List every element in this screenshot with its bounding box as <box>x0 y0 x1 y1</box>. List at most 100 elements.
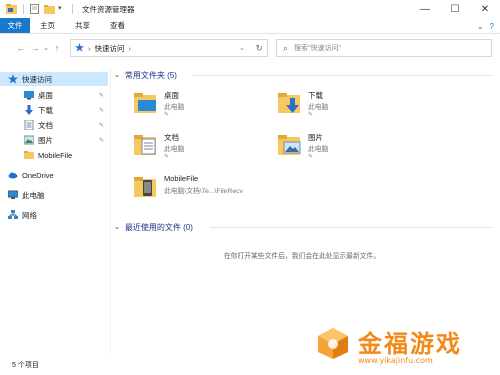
back-button[interactable]: ← <box>14 41 28 55</box>
sidebar-item-label: OneDrive <box>22 170 54 180</box>
forward-button[interactable]: → <box>28 41 42 55</box>
address-bar[interactable]: › 快速访问 › ⌄ ↻ <box>70 39 268 57</box>
breadcrumb-location[interactable]: 快速访问 <box>95 43 125 54</box>
address-dropdown-icon[interactable]: ⌄ <box>239 44 245 52</box>
folder-tile-mobilefile[interactable]: MobileFile 此电脑\文档\Te...\FileRecv <box>134 174 314 214</box>
sidebar-item-pictures[interactable]: 图片 ✎ <box>0 133 108 147</box>
help-icon[interactable]: ? <box>490 22 494 31</box>
sidebar-item-documents[interactable]: 文档 ✎ <box>0 118 108 132</box>
folder-icon <box>24 150 34 160</box>
chevron-down-icon[interactable]: ⌄ <box>114 223 120 231</box>
cloud-icon <box>8 170 18 180</box>
expand-ribbon-icon[interactable]: ⌄ <box>477 22 484 31</box>
watermark: 金福游戏 www.yikajinfu.com <box>316 322 496 372</box>
star-icon <box>8 74 18 84</box>
desktop-folder-icon <box>134 90 158 116</box>
content-pane: ⌄ 常用文件夹 (5) 桌面 此电脑 ✎ 下载 此电脑 ✎ 文档 此电脑 ✎ 图… <box>112 64 492 354</box>
sidebar-item-label: 图片 <box>38 135 53 145</box>
sidebar-item-label: 下载 <box>38 105 53 115</box>
sidebar-item-onedrive[interactable]: OneDrive <box>0 168 108 182</box>
sidebar-item-this-pc[interactable]: 此电脑 <box>0 188 108 202</box>
item-count: 5 个项目 <box>12 361 39 369</box>
folder-tile-pictures[interactable]: 图片 此电脑 ✎ <box>278 132 418 172</box>
sidebar-item-downloads[interactable]: 下载 ✎ <box>0 103 108 117</box>
sidebar-item-label: MobileFile <box>38 150 73 160</box>
address-row: ← → ⌄ ↑ › 快速访问 › ⌄ ↻ ⌕ 搜索"快速访问" <box>0 35 500 61</box>
path-separator[interactable]: › <box>88 44 91 53</box>
minimize-button[interactable]: — <box>410 0 440 18</box>
window-title: 文件资源管理器 <box>82 4 135 14</box>
sidebar-item-label: 此电脑 <box>22 190 45 200</box>
search-icon: ⌕ <box>283 42 289 53</box>
network-icon <box>8 210 18 220</box>
star-icon <box>75 42 84 54</box>
refresh-button[interactable]: ↻ <box>255 43 263 54</box>
folder-name: 下载 <box>308 91 323 100</box>
sidebar-item-label: 网络 <box>22 210 37 220</box>
pin-icon[interactable]: ✎ <box>99 122 104 129</box>
search-input[interactable]: ⌕ 搜索"快速访问" <box>276 39 492 57</box>
folder-name: 文档 <box>164 133 179 142</box>
explorer-app-icon[interactable] <box>6 4 17 14</box>
folder-location: 此电脑 <box>164 104 185 111</box>
empty-recent-message: 在你打开某些文件后，我们会在此处显示最新文件。 <box>223 253 381 260</box>
sidebar-item-label: 文档 <box>38 120 53 130</box>
pin-icon[interactable]: ✎ <box>99 137 104 144</box>
tab-file[interactable]: 文件 <box>0 18 30 33</box>
chevron-down-icon[interactable]: ⌄ <box>114 71 120 79</box>
watermark-text: 金福游戏 <box>358 330 462 358</box>
folder-location: 此电脑\文档\Te...\FileRecv <box>164 188 243 195</box>
pictures-folder-icon <box>278 132 302 158</box>
sidebar-item-label: 快速访问 <box>22 74 52 84</box>
maximize-button[interactable]: ☐ <box>440 0 470 18</box>
folder-location: 此电脑 <box>308 104 329 111</box>
sidebar-item-desktop[interactable]: 桌面 ✎ <box>0 88 108 102</box>
documents-folder-icon <box>134 132 158 158</box>
properties-icon[interactable] <box>30 4 41 14</box>
pin-icon[interactable]: ✎ <box>99 107 104 114</box>
pin-icon: ✎ <box>308 154 314 160</box>
tab-view[interactable]: 查看 <box>100 18 135 33</box>
toolbar-separator <box>72 4 73 14</box>
pane-divider[interactable] <box>110 68 111 354</box>
group-header-label: 最近使用的文件 (0) <box>124 222 193 232</box>
picture-icon <box>23 135 35 145</box>
sidebar-item-mobilefile[interactable]: MobileFile <box>0 148 108 162</box>
group-divider <box>210 227 492 228</box>
downloads-folder-icon <box>278 90 302 116</box>
sidebar-item-label: 桌面 <box>38 90 53 100</box>
group-header-frequent[interactable]: ⌄ 常用文件夹 (5) <box>114 68 177 82</box>
search-placeholder: 搜索"快速访问" <box>294 45 342 52</box>
navigation-pane: 快速访问 桌面 ✎ 下载 ✎ 文档 ✎ 图片 ✎ MobileFile OneD… <box>0 68 108 354</box>
recent-locations-button[interactable]: ⌄ <box>42 41 50 55</box>
folder-tile-downloads[interactable]: 下载 此电脑 ✎ <box>278 90 418 130</box>
sidebar-item-network[interactable]: 网络 <box>0 208 108 222</box>
tab-share[interactable]: 共享 <box>65 18 100 33</box>
title-bar: ▾ 文件资源管理器 — ☐ ✕ <box>0 0 500 18</box>
group-header-recent[interactable]: ⌄ 最近使用的文件 (0) <box>114 220 193 234</box>
tab-home[interactable]: 主页 <box>30 18 65 33</box>
ribbon-right-controls: ⌄ ? <box>477 18 494 34</box>
path-separator[interactable]: › <box>129 44 132 53</box>
document-icon <box>24 119 34 131</box>
watermark-logo-icon <box>316 326 350 360</box>
pin-icon[interactable]: ✎ <box>99 92 104 99</box>
quick-access-toolbar: ▾ <box>0 0 76 18</box>
up-button[interactable]: ↑ <box>50 41 64 55</box>
new-folder-icon[interactable] <box>44 4 55 14</box>
vertical-scrollbar[interactable] <box>496 61 500 354</box>
customize-toolbar-chevron-icon[interactable]: ▾ <box>58 4 66 14</box>
pin-icon: ✎ <box>308 112 314 118</box>
desktop-icon <box>24 90 34 100</box>
folder-name: MobileFile <box>164 174 199 183</box>
mobilefile-folder-icon <box>134 174 158 200</box>
ribbon-tabs: 文件 主页 共享 查看 ⌄ ? <box>0 18 500 34</box>
folder-tile-documents[interactable]: 文档 此电脑 ✎ <box>134 132 274 172</box>
group-divider <box>192 75 492 76</box>
folder-name: 图片 <box>308 133 323 142</box>
download-icon <box>24 105 34 115</box>
folder-tile-desktop[interactable]: 桌面 此电脑 ✎ <box>134 90 274 130</box>
close-button[interactable]: ✕ <box>470 0 500 18</box>
sidebar-item-quick-access[interactable]: 快速访问 <box>0 72 108 86</box>
toolbar-separator <box>23 4 24 14</box>
